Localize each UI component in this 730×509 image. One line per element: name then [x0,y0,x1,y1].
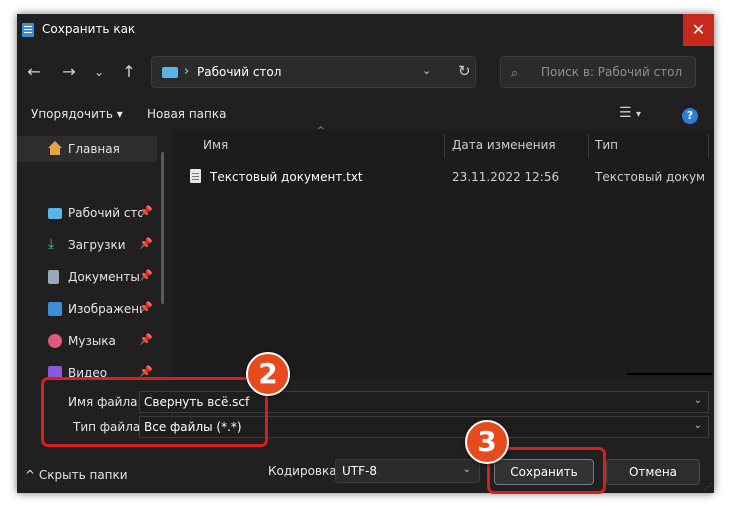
file-list: ^ Имя Дата изменения Тип Текстовый докум… [172,126,714,378]
refresh-icon[interactable]: ↻ [458,62,471,80]
desktop-icon [162,67,178,78]
address-path[interactable]: Рабочий стол [197,65,281,79]
sidebar-item-label: Загрузки [68,238,126,252]
music-icon [48,334,62,348]
documents-icon [48,270,59,284]
encoding-select[interactable]: UTF-8 ⌄ [335,459,480,483]
downloads-icon: ⤓ [48,236,55,252]
column-header-type[interactable]: Тип [595,138,618,152]
sidebar-item-label: Изображения [68,302,142,316]
file-type: Текстовый докум... [595,170,705,184]
organize-label: Упорядочить [31,107,113,121]
search-icon: ⌕ [511,66,519,81]
sidebar-item-label: Музыка [68,334,116,348]
list-view-icon: ☰ [619,105,632,121]
close-button[interactable]: ✕ [683,14,714,46]
caret-down-icon: ▾ [636,109,642,120]
resize-grip[interactable]: ⋰ [704,482,712,491]
annotation-badge-2: 2 [246,352,290,396]
text-file-icon [190,169,201,183]
annotation-box-filename [41,377,268,447]
sidebar-item-desktop[interactable]: Рабочий стол 📌 [17,200,157,226]
sidebar-item-home[interactable]: Главная [17,136,157,162]
chevron-up-icon: ^ [25,468,36,482]
column-divider[interactable] [444,134,445,158]
breadcrumb-separator: › [184,64,190,79]
chevron-down-icon[interactable]: ⌄ [463,464,471,475]
column-divider[interactable] [588,134,589,158]
sidebar-item-music[interactable]: Музыка 📌 [17,328,157,354]
sidebar-item-label: Документы [68,270,140,284]
title-bar: Сохранить как ✕ [17,14,714,46]
sidebar-item-downloads[interactable]: ⤓ Загрузки 📌 [17,232,157,258]
file-name: Текстовый документ.txt [210,170,363,184]
search-input[interactable]: Поиск в: Рабочий стол [541,65,682,79]
organize-button[interactable]: Упорядочить ▾ [31,107,123,121]
sort-ascending-icon: ^ [317,126,325,136]
pin-icon[interactable]: 📌 [139,301,153,314]
home-icon-body [50,148,60,155]
search-box[interactable]: ⌕ Поиск в: Рабочий стол [500,56,696,88]
cancel-button[interactable]: Отмена [606,459,700,485]
column-header-name[interactable]: Имя [203,138,228,152]
sidebar-item-label: Главная [68,142,120,156]
chevron-down-icon[interactable]: ⌄ [694,420,702,431]
chevron-down-icon[interactable]: ⌄ [694,395,702,406]
annotation-badge-3: 3 [465,420,509,464]
navigation-pane: Главная Рабочий стол 📌 ⤓ Загрузки 📌 Доку… [17,130,162,380]
column-divider[interactable] [708,134,709,158]
sidebar-item-pictures[interactable]: Изображения 📌 [17,296,157,322]
desktop-icon [48,208,62,219]
home-icon [48,141,62,148]
address-dropdown-icon[interactable]: ⌄ [422,64,431,77]
file-row[interactable]: Текстовый документ.txt 23.11.2022 12:56 … [190,167,710,189]
recent-locations-button[interactable]: ⌄ [89,62,109,82]
notepad-icon [22,23,34,37]
up-button[interactable]: ↑ [119,62,139,82]
toolbar: Упорядочить ▾ Новая папка ☰ ▾ ? [17,100,714,130]
window-title: Сохранить как [42,22,136,36]
caret-down-icon: ▾ [116,107,123,121]
encoding-label: Кодировка: [268,464,341,478]
pin-icon[interactable]: 📌 [139,205,153,218]
address-bar[interactable]: › Рабочий стол ⌄ ↻ [151,56,476,88]
sidebar-scrollbar[interactable] [161,152,164,304]
new-folder-button[interactable]: Новая папка [147,107,226,121]
pin-icon[interactable]: 📌 [139,269,153,282]
forward-button[interactable]: → [59,62,79,82]
navigation-bar: ← → ⌄ ↑ › Рабочий стол ⌄ ↻ ⌕ Поиск в: Ра… [17,52,714,92]
sidebar-item-documents[interactable]: Документы 📌 [17,264,157,290]
back-button[interactable]: ← [24,62,44,82]
pin-icon[interactable]: 📌 [139,333,153,346]
sidebar-item-label: Рабочий стол [68,206,142,220]
pin-icon[interactable]: 📌 [139,237,153,250]
hide-folders-button[interactable]: ^ Скрыть папки [25,468,128,482]
file-date: 23.11.2022 12:56 [452,170,560,184]
hide-folders-label: Скрыть папки [38,468,128,482]
horizontal-scrollbar[interactable] [627,373,712,375]
help-button[interactable]: ? [682,108,698,124]
view-options-button[interactable]: ☰ ▾ [619,105,641,121]
pictures-icon [48,302,62,316]
column-header-date[interactable]: Дата изменения [452,138,556,152]
encoding-value[interactable]: UTF-8 [342,464,377,478]
